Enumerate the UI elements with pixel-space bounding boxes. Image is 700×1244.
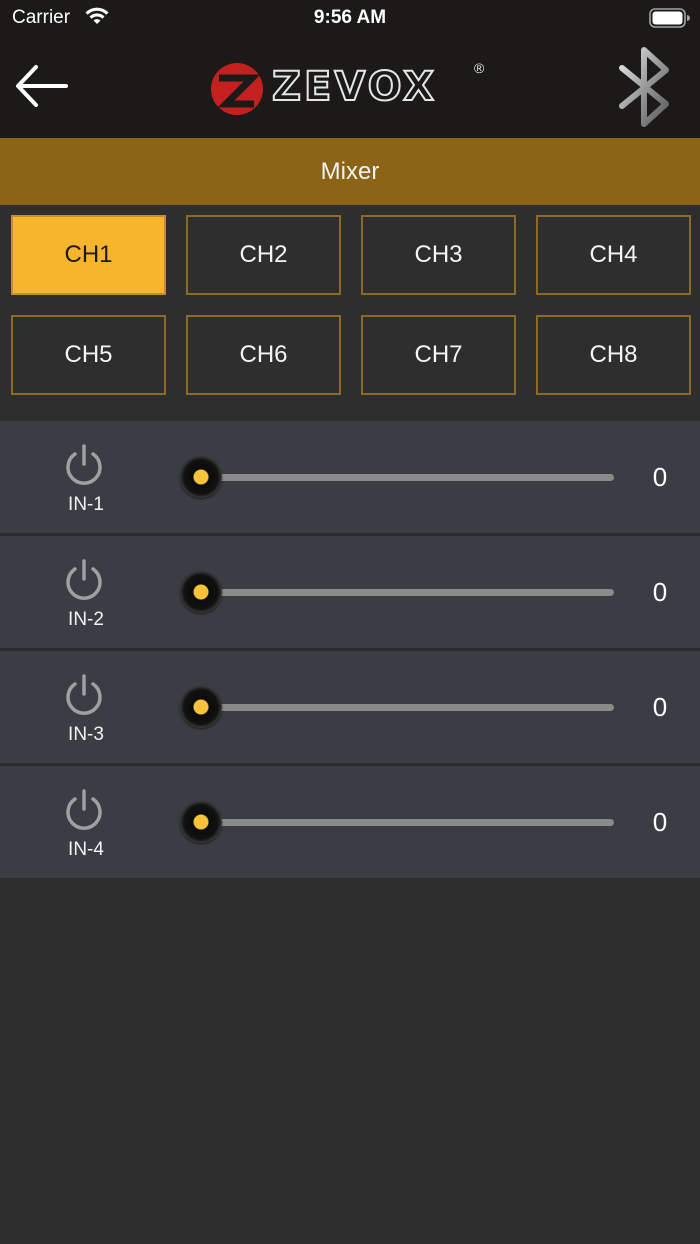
volume-value: 0: [652, 807, 668, 837]
channel-button-ch2[interactable]: CH2: [186, 215, 341, 295]
power-icon: [66, 444, 102, 485]
channel-button-ch5[interactable]: CH5: [11, 315, 166, 395]
volume-value: 0: [652, 692, 668, 722]
section-header: Mixer: [0, 138, 700, 205]
navigation-bar: Carrier 9:56 AM ZEVOX ®: [0, 0, 700, 138]
input-row-3: IN-3 0: [0, 651, 700, 763]
volume-value: 0: [652, 462, 668, 492]
status-time: 9:56 AM: [313, 7, 387, 28]
status-bar: Carrier 9:56 AM: [0, 0, 700, 36]
input-label: IN-1: [68, 494, 104, 515]
section-title: Mixer: [320, 157, 380, 185]
power-toggle-in1[interactable]: [61, 443, 107, 489]
power-icon: [66, 789, 102, 830]
bluetooth-button[interactable]: [612, 42, 684, 132]
power-toggle-in4[interactable]: [61, 788, 107, 834]
bluetooth-icon: [619, 47, 669, 127]
volume-slider-track[interactable]: [200, 704, 614, 711]
input-row-2: IN-2 0: [0, 536, 700, 648]
volume-value: 0: [652, 577, 668, 607]
back-button[interactable]: [12, 58, 72, 114]
power-toggle-in3[interactable]: [61, 673, 107, 719]
input-label: IN-3: [68, 724, 104, 745]
brand-name: ZEVOX: [271, 63, 437, 111]
input-row-1: IN-1 0: [0, 421, 700, 533]
input-row-4: IN-4 0: [0, 766, 700, 878]
volume-slider-thumb[interactable]: [180, 571, 222, 613]
volume-slider-thumb[interactable]: [180, 456, 222, 498]
battery-icon: [649, 8, 690, 28]
volume-slider-track[interactable]: [200, 474, 614, 481]
power-icon: [66, 674, 102, 715]
volume-slider-thumb[interactable]: [180, 801, 222, 843]
channel-button-ch3[interactable]: CH3: [361, 215, 516, 295]
registered-mark: ®: [474, 60, 485, 76]
power-toggle-in2[interactable]: [61, 558, 107, 604]
volume-slider-track[interactable]: [200, 589, 614, 596]
channel-button-ch6[interactable]: CH6: [186, 315, 341, 395]
volume-slider-track[interactable]: [200, 819, 614, 826]
brand-logo: ZEVOX ®: [208, 60, 498, 118]
back-arrow-icon: [16, 65, 68, 107]
zevox-logo-mark-icon: [211, 63, 263, 115]
channel-button-ch4[interactable]: CH4: [536, 215, 691, 295]
channel-button-ch1[interactable]: CH1: [11, 215, 166, 295]
channel-selector: CH1 CH2 CH3 CH4 CH5 CH6 CH7 CH8: [0, 205, 700, 421]
channel-button-ch7[interactable]: CH7: [361, 315, 516, 395]
power-icon: [66, 559, 102, 600]
channel-button-ch8[interactable]: CH8: [536, 315, 691, 395]
volume-slider-thumb[interactable]: [180, 686, 222, 728]
input-label: IN-4: [68, 839, 104, 860]
input-label: IN-2: [68, 609, 104, 630]
